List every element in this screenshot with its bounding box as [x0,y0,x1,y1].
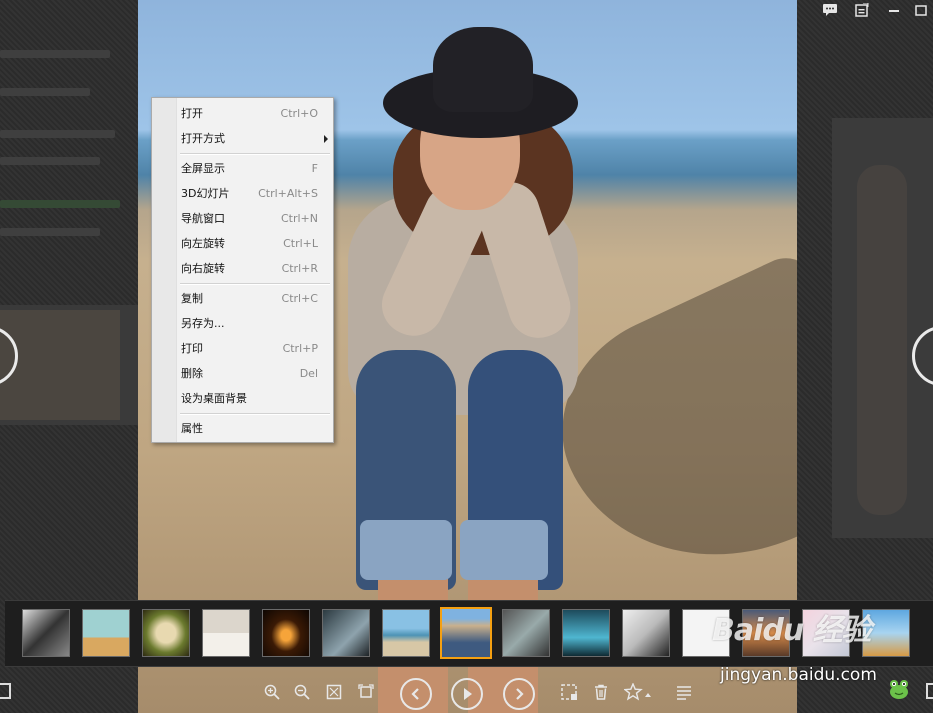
menu-item-shortcut: Ctrl+C [281,292,318,305]
menu-item-label: 打印 [181,342,203,355]
maximize-icon[interactable] [915,3,927,23]
watermark-site: jingyan.baidu.com [720,665,877,685]
thumbnail[interactable] [262,609,310,657]
menu-item-open[interactable]: 打开 Ctrl+O [176,102,334,126]
window-controls [819,2,927,23]
menu-item-label: 复制 [181,292,203,305]
watermark-brand: Baidu 经验 [712,613,872,648]
next-icon[interactable] [503,678,535,710]
menu-item-shortcut: Ctrl+O [280,107,318,120]
menu-item-shortcut: Ctrl+P [282,342,318,355]
baidu-watermark: Baidu 经验 jingyan.baidu.com [712,605,892,700]
thumbnail[interactable] [382,609,430,657]
fit-screen-icon[interactable] [322,683,346,707]
faint-text-row [0,50,110,58]
chat-icon[interactable] [819,3,841,23]
faint-text-row [0,200,120,208]
menu-item-shortcut: Ctrl+R [281,262,318,275]
thumbnail[interactable] [562,609,610,657]
menu-item-delete[interactable]: 删除 Del [176,362,334,386]
actual-size-icon[interactable] [354,683,378,707]
menu-item-copy[interactable]: 复制 Ctrl+C [176,287,334,311]
menu-item-save-as[interactable]: 另存为... [176,312,334,336]
context-menu: 打开 Ctrl+O 打开方式 全屏显示 F 3D幻灯片 Ctrl+Alt+S 导… [151,97,334,443]
photo-hat-crown [433,27,533,112]
background-figure [0,310,120,420]
minimize-icon[interactable] [883,3,905,23]
menu-item-open-with[interactable]: 打开方式 [176,127,334,151]
menu-item-label: 向右旋转 [181,262,225,275]
menu-separator [180,153,330,155]
faint-text-row [0,88,90,96]
thumbnail[interactable] [202,609,250,657]
menu-item-label: 打开方式 [181,132,225,145]
photo-jeans-cuff [360,520,452,580]
crop-icon[interactable] [557,683,581,707]
menu-icon[interactable] [672,683,696,707]
menu-item-label: 另存为... [181,317,225,330]
menu-item-label: 设为桌面背景 [181,392,247,405]
menu-item-print[interactable]: 打印 Ctrl+P [176,337,334,361]
menu-separator [180,283,330,285]
menu-icon-gutter [152,98,177,442]
thumbnail-selected[interactable] [440,607,492,659]
thumbnail[interactable] [142,609,190,657]
photo-jeans-cuff [460,520,548,580]
menu-item-rotate-right[interactable]: 向右旋转 Ctrl+R [176,257,334,281]
menu-item-properties[interactable]: 属性 [176,417,334,441]
menu-item-shortcut: Del [299,367,318,380]
thumbnail[interactable] [82,609,130,657]
thumbnail[interactable] [22,609,70,657]
faint-text-row [0,157,100,165]
menu-item-shortcut: Ctrl+Alt+S [258,187,318,200]
thumbnail[interactable] [502,609,550,657]
panel-toggle-icon[interactable] [926,683,933,699]
menu-item-fullscreen[interactable]: 全屏显示 F [176,157,334,181]
thumbnail[interactable] [322,609,370,657]
faint-text-row [0,228,100,236]
menu-item-label: 向左旋转 [181,237,225,250]
delete-icon[interactable] [589,683,613,707]
menu-item-shortcut: Ctrl+N [280,212,318,225]
menu-separator [180,413,330,415]
menu-item-label: 删除 [181,367,203,380]
menu-item-label: 打开 [181,107,203,120]
menu-item-rotate-left[interactable]: 向左旋转 Ctrl+L [176,232,334,256]
frog-icon [888,678,910,700]
menu-item-label: 属性 [181,422,203,435]
menu-item-label: 导航窗口 [181,212,225,225]
menu-item-label: 3D幻灯片 [181,187,230,200]
thumbnail-toggle-icon[interactable] [0,683,11,699]
play-slideshow-icon[interactable] [451,678,483,710]
background-figure [857,165,907,515]
zoom-in-icon[interactable] [260,683,284,707]
faint-text-row [0,130,115,138]
menu-item-navigator[interactable]: 导航窗口 Ctrl+N [176,207,334,231]
favorite-icon[interactable] [622,682,656,707]
submenu-arrow-icon [324,135,328,143]
menu-item-shortcut: F [311,162,318,175]
menu-item-label: 全屏显示 [181,162,225,175]
edit-icon[interactable] [851,2,873,23]
menu-item-shortcut: Ctrl+L [283,237,318,250]
previous-icon[interactable] [400,678,432,710]
zoom-out-icon[interactable] [290,683,314,707]
menu-item-set-wallpaper[interactable]: 设为桌面背景 [176,387,334,411]
menu-item-3d-slideshow[interactable]: 3D幻灯片 Ctrl+Alt+S [176,182,334,206]
thumbnail[interactable] [622,609,670,657]
